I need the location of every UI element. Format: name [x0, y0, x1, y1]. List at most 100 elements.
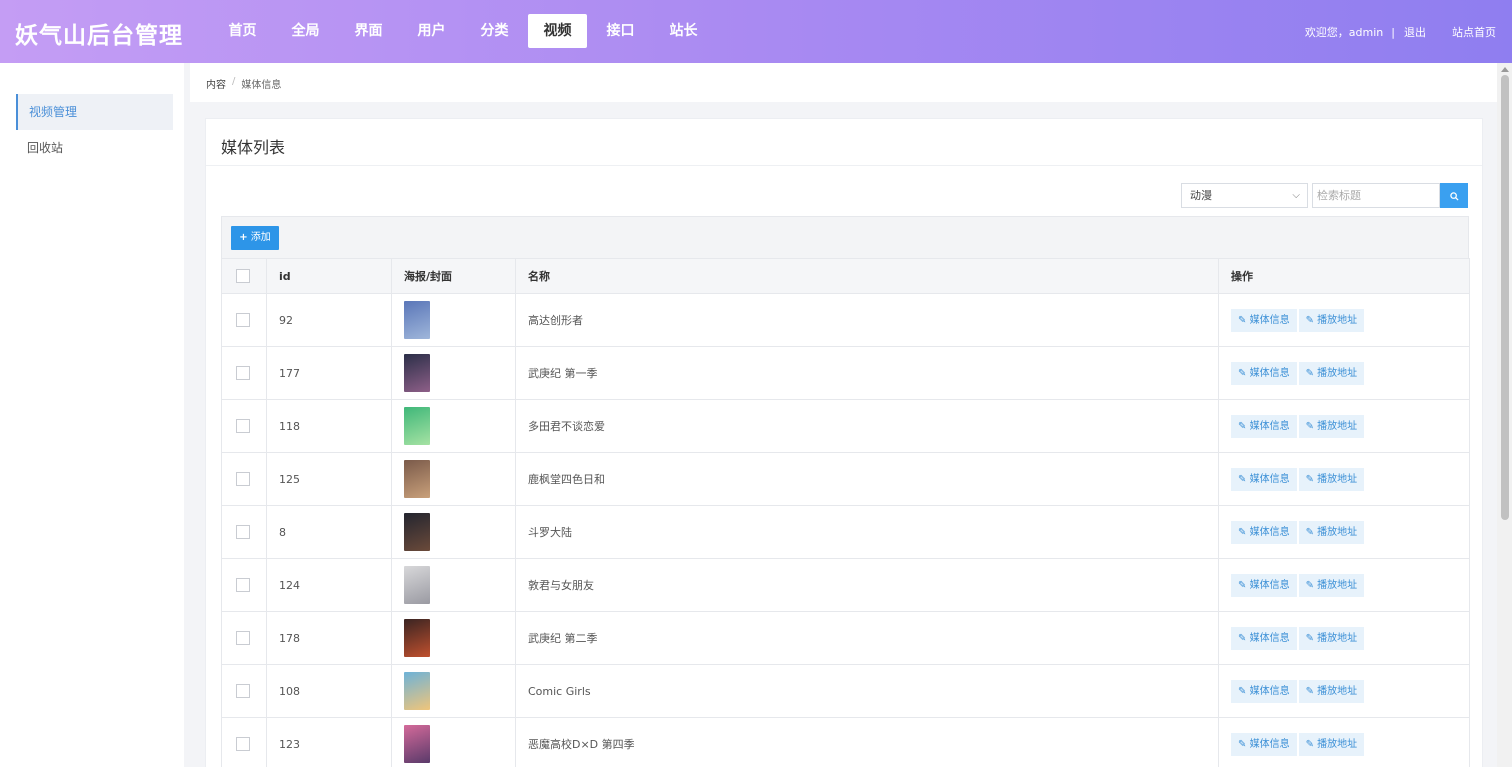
row-checkbox[interactable] — [236, 313, 250, 327]
nav-tab[interactable]: 全局 — [276, 14, 335, 48]
play-url-label: 播放地址 — [1317, 526, 1358, 538]
poster-thumbnail — [404, 354, 430, 392]
media-info-label: 媒体信息 — [1249, 473, 1290, 485]
media-info-label: 媒体信息 — [1249, 685, 1290, 697]
media-info-label: 媒体信息 — [1249, 367, 1290, 379]
poster-thumbnail — [404, 407, 430, 445]
media-info-label: 媒体信息 — [1249, 420, 1290, 432]
add-button[interactable]: + 添加 — [231, 226, 279, 250]
edit-icon: ✎ — [1305, 526, 1314, 538]
play-url-button[interactable]: ✎ 播放地址 — [1298, 679, 1365, 703]
play-url-label: 播放地址 — [1317, 420, 1358, 432]
ops-cell: ✎ 媒体信息 ✎ 播放地址 — [1218, 717, 1470, 767]
nav-tab[interactable]: 站长 — [654, 14, 713, 48]
table-row: 178 武庚纪 第二季 ✎ 媒体信息 ✎ 播放地址 — [221, 611, 1470, 665]
row-name: 武庚纪 第二季 — [515, 611, 1219, 665]
breadcrumb-separator: / — [232, 76, 236, 87]
search-input[interactable]: 检索标题 — [1312, 183, 1440, 208]
nav-tab[interactable]: 用户 — [402, 14, 461, 48]
row-checkbox[interactable] — [236, 419, 250, 433]
row-checkbox[interactable] — [236, 578, 250, 592]
media-info-button[interactable]: ✎ 媒体信息 — [1231, 361, 1297, 385]
media-info-button[interactable]: ✎ 媒体信息 — [1231, 467, 1297, 491]
table-header-row: id 海报/封面 名称 操作 — [221, 258, 1470, 294]
select-all-checkbox[interactable] — [236, 269, 250, 283]
row-name: 恶魔高校D×D 第四季 — [515, 717, 1219, 767]
edit-icon: ✎ — [1238, 367, 1247, 379]
row-checkbox[interactable] — [236, 737, 250, 751]
search-button[interactable] — [1440, 183, 1468, 208]
nav-tab[interactable]: 首页 — [213, 14, 272, 48]
row-id: 108 — [266, 664, 392, 718]
poster-thumbnail — [404, 619, 430, 657]
nav-tab[interactable]: 分类 — [465, 14, 524, 48]
table-row: 8 斗罗大陆 ✎ 媒体信息 ✎ 播放地址 — [221, 505, 1470, 559]
poster-thumbnail — [404, 513, 430, 551]
logout-link[interactable]: 退出 — [1404, 24, 1426, 40]
edit-icon: ✎ — [1238, 685, 1247, 697]
play-url-label: 播放地址 — [1317, 473, 1358, 485]
nav-tab[interactable]: 视频 — [528, 14, 587, 48]
media-info-button[interactable]: ✎ 媒体信息 — [1231, 414, 1297, 438]
media-info-label: 媒体信息 — [1249, 579, 1290, 591]
divider — [206, 165, 1482, 166]
media-info-button[interactable]: ✎ 媒体信息 — [1231, 308, 1297, 332]
row-checkbox[interactable] — [236, 525, 250, 539]
media-info-button[interactable]: ✎ 媒体信息 — [1231, 520, 1297, 544]
breadcrumb-root[interactable]: 内容 — [206, 76, 226, 91]
edit-icon: ✎ — [1305, 685, 1314, 697]
row-checkbox[interactable] — [236, 366, 250, 380]
poster-thumbnail — [404, 301, 430, 339]
play-url-button[interactable]: ✎ 播放地址 — [1298, 626, 1365, 650]
row-name: 武庚纪 第一季 — [515, 346, 1219, 400]
sidebar-item-recycle-bin[interactable]: 回收站 — [16, 130, 173, 166]
edit-icon: ✎ — [1305, 314, 1314, 326]
scrollbar-thumb[interactable] — [1501, 75, 1509, 520]
edit-icon: ✎ — [1238, 420, 1247, 432]
poster-cell — [391, 293, 516, 347]
play-url-button[interactable]: ✎ 播放地址 — [1298, 732, 1365, 756]
play-url-button[interactable]: ✎ 播放地址 — [1298, 308, 1365, 332]
play-url-button[interactable]: ✎ 播放地址 — [1298, 520, 1365, 544]
poster-cell — [391, 346, 516, 400]
play-url-label: 播放地址 — [1317, 579, 1358, 591]
nav-tab[interactable]: 界面 — [339, 14, 398, 48]
play-url-button[interactable]: ✎ 播放地址 — [1298, 573, 1365, 597]
row-checkbox-cell — [221, 452, 267, 506]
play-url-button[interactable]: ✎ 播放地址 — [1298, 361, 1365, 385]
welcome-text: 欢迎您，admin — [1304, 26, 1384, 39]
ops-cell: ✎ 媒体信息 ✎ 播放地址 — [1218, 346, 1470, 400]
play-url-button[interactable]: ✎ 播放地址 — [1298, 467, 1365, 491]
row-checkbox-cell — [221, 399, 267, 453]
row-id: 123 — [266, 717, 392, 767]
chevron-down-icon: ⌵ — [1292, 190, 1300, 201]
play-url-label: 播放地址 — [1317, 314, 1358, 326]
table-row: 92 高达创形者 ✎ 媒体信息 ✎ 播放地址 — [221, 293, 1470, 347]
site-home-link[interactable]: 站点首页 — [1452, 24, 1496, 40]
media-info-button[interactable]: ✎ 媒体信息 — [1231, 626, 1297, 650]
sidebar: 视频管理 回收站 — [0, 63, 184, 767]
play-url-button[interactable]: ✎ 播放地址 — [1298, 414, 1365, 438]
row-checkbox[interactable] — [236, 631, 250, 645]
category-select[interactable]: 动漫 ⌵ — [1181, 183, 1308, 208]
row-name: 斗罗大陆 — [515, 505, 1219, 559]
media-info-button[interactable]: ✎ 媒体信息 — [1231, 573, 1297, 597]
media-info-button[interactable]: ✎ 媒体信息 — [1231, 732, 1297, 756]
row-name: 鹿枫堂四色日和 — [515, 452, 1219, 506]
nav-tab[interactable]: 接口 — [591, 14, 650, 48]
edit-icon: ✎ — [1305, 367, 1314, 379]
media-info-button[interactable]: ✎ 媒体信息 — [1231, 679, 1297, 703]
poster-cell — [391, 505, 516, 559]
sidebar-item-video-management[interactable]: 视频管理 — [16, 94, 173, 130]
row-checkbox[interactable] — [236, 472, 250, 486]
ops-cell: ✎ 媒体信息 ✎ 播放地址 — [1218, 611, 1470, 665]
ops-cell: ✎ 媒体信息 ✎ 播放地址 — [1218, 399, 1470, 453]
poster-thumbnail — [404, 672, 430, 710]
row-checkbox-cell — [221, 505, 267, 559]
table-toolbar: + 添加 — [221, 216, 1469, 259]
search-icon — [1449, 191, 1459, 201]
row-checkbox[interactable] — [236, 684, 250, 698]
scroll-up-arrow-icon[interactable] — [1501, 67, 1509, 72]
edit-icon: ✎ — [1305, 420, 1314, 432]
row-id: 118 — [266, 399, 392, 453]
